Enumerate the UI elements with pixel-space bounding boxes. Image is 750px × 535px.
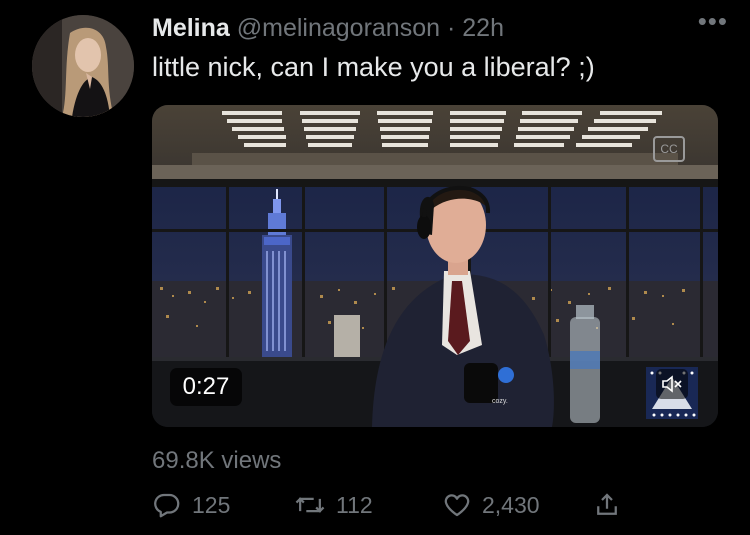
share-icon <box>597 493 617 515</box>
avatar-image <box>32 15 134 117</box>
speaker-muted-icon <box>662 375 682 393</box>
tweet-actions: 125 112 2,430 <box>152 490 632 530</box>
captions-button[interactable]: CC <box>653 136 685 162</box>
more-options-button[interactable]: ••• <box>698 6 728 37</box>
mic-brand-label: cozy. <box>492 398 508 405</box>
tweet-text: little nick, can I make you a liberal? ;… <box>152 52 595 82</box>
closed-captions-off-icon: CC <box>660 142 678 156</box>
tweet-header: Melina @melinagoranson · 22h <box>152 14 504 43</box>
separator-dot: · <box>446 14 456 42</box>
retweet-button[interactable]: 112 <box>294 490 373 520</box>
share-button[interactable] <box>592 490 632 520</box>
retweet-count: 112 <box>336 491 373 518</box>
timestamp[interactable]: 22h <box>462 14 504 42</box>
heart-icon <box>444 494 470 517</box>
video-duration-badge: 0:27 <box>170 368 242 406</box>
more-horizontal-icon: ••• <box>697 6 728 36</box>
reply-icon <box>154 493 180 518</box>
view-count: 69.8K views <box>152 447 282 474</box>
like-count: 2,430 <box>482 491 540 518</box>
user-handle[interactable]: @melinagoranson <box>237 14 440 42</box>
mute-button[interactable] <box>656 369 688 399</box>
avatar[interactable] <box>32 15 134 117</box>
reply-button[interactable]: 125 <box>152 490 230 520</box>
reply-count: 125 <box>192 491 231 518</box>
display-name[interactable]: Melina <box>152 14 230 42</box>
like-button[interactable]: 2,430 <box>442 490 540 520</box>
retweet-icon <box>295 497 325 513</box>
